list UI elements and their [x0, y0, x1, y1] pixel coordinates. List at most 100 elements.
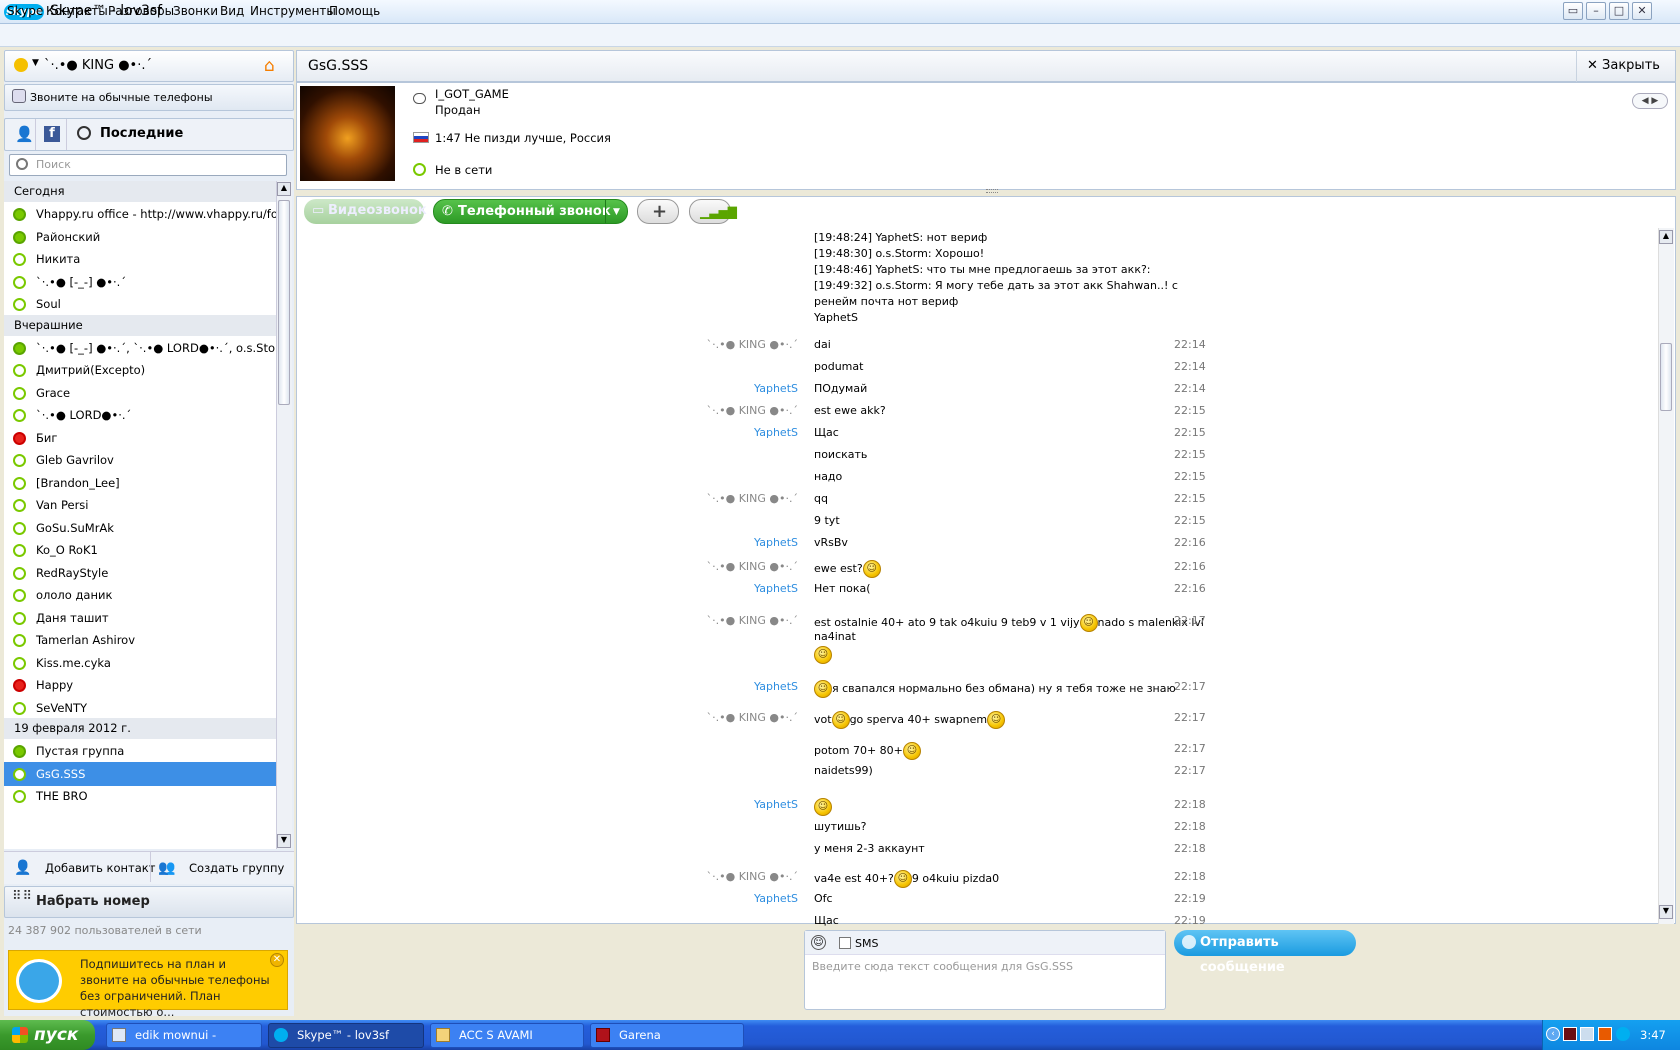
scroll-down-icon[interactable]: ▼ — [277, 834, 291, 848]
contact-item[interactable]: Tamerlan Ashirov — [4, 628, 276, 652]
message-sender[interactable]: `·.•● KING ●•·.´ — [648, 338, 798, 351]
create-group-button[interactable]: Создать группу — [189, 861, 284, 875]
message-sender[interactable]: YaphetS — [648, 536, 798, 549]
scroll-up-icon[interactable]: ▲ — [1659, 230, 1673, 244]
contact-item[interactable]: Kiss.me.cyka — [4, 651, 276, 675]
close-chat-button[interactable]: ✕ Закрыть — [1576, 50, 1676, 82]
chat-scroll-thumb[interactable] — [1660, 343, 1672, 411]
close-icon[interactable]: ✕ — [270, 953, 284, 967]
chevron-left-icon[interactable]: ‹ — [1546, 1027, 1560, 1041]
contact-item[interactable]: Van Persi — [4, 493, 276, 517]
restore-down-icon[interactable]: ▭ — [1563, 2, 1583, 20]
menu-conversations[interactable]: Разговоры — [108, 4, 174, 18]
maximize-button[interactable]: □ — [1609, 2, 1629, 20]
contact-status-icon — [13, 701, 26, 715]
menu-calls[interactable]: Звонки — [173, 4, 218, 18]
task-garena[interactable]: Garena — [590, 1023, 744, 1048]
profile-nav-arrows[interactable]: ◀ ▶ — [1632, 93, 1668, 109]
contact-item[interactable]: Ko_O RoK1 — [4, 538, 276, 562]
contact-item[interactable]: Vhappy.ru office - http://www.vhappy.ru/… — [4, 202, 276, 226]
contact-item[interactable]: Никита — [4, 247, 276, 271]
tray-skype-icon[interactable] — [1616, 1027, 1630, 1041]
contact-name: `·.•● LORD●•·.´ — [36, 408, 132, 422]
tray-garena-icon[interactable] — [1563, 1027, 1577, 1041]
menu-help[interactable]: Помощь — [329, 4, 380, 18]
message-sender[interactable]: `·.•● KING ●•·.´ — [648, 711, 798, 724]
message-sender[interactable]: YaphetS — [648, 892, 798, 905]
emoticon-icon[interactable]: ☺ — [811, 935, 826, 950]
tray-app-icon[interactable] — [1598, 1027, 1612, 1041]
tab-facebook[interactable]: f — [37, 119, 67, 150]
home-icon[interactable]: ⌂ — [264, 56, 282, 76]
smiley-icon: ☺ — [902, 742, 921, 760]
message-sender[interactable]: `·.•● KING ●•·.´ — [648, 492, 798, 505]
chevron-down-icon[interactable]: ▼ — [32, 58, 39, 68]
quoted-line: YaphetS — [814, 311, 858, 324]
resize-handle[interactable] — [986, 189, 998, 193]
minimize-button[interactable]: – — [1586, 2, 1606, 20]
contact-item[interactable]: `·.•● LORD●•·.´ — [4, 403, 276, 427]
contact-item[interactable]: Биг — [4, 426, 276, 450]
contact-item[interactable]: [Brandon_Lee] — [4, 471, 276, 495]
contact-item[interactable]: Grace — [4, 381, 276, 405]
message-sender[interactable]: `·.•● KING ●•·.´ — [648, 870, 798, 883]
contact-item[interactable]: RedRayStyle — [4, 561, 276, 585]
contact-item[interactable]: `·.•● [-_-] ●•·.´ — [4, 270, 276, 294]
contact-item[interactable]: Soul — [4, 292, 276, 316]
contact-item[interactable]: `·.•● [-_-] ●•·.´, `·.•● LORD●•·.´, o.s.… — [4, 336, 276, 360]
contact-scroll-thumb[interactable] — [278, 200, 290, 405]
contact-item[interactable]: Районский — [4, 225, 276, 249]
message-sender[interactable]: YaphetS — [648, 382, 798, 395]
signal-quality-icon[interactable]: ▁▃▅▇ — [689, 199, 737, 224]
menu-view[interactable]: Вид — [220, 4, 244, 18]
message-sender[interactable]: YaphetS — [648, 798, 798, 811]
chevron-down-icon[interactable]: ▼ — [605, 200, 627, 223]
contact-item[interactable]: Пустая группа — [4, 739, 276, 763]
tab-contacts[interactable]: 👤 — [6, 119, 36, 150]
add-contact-button[interactable]: Добавить контакт — [45, 861, 155, 875]
contact-item[interactable]: SeVeNTY — [4, 696, 276, 720]
task-notepad-label: edik mownui - Блокнот — [135, 1028, 217, 1042]
chat-scrollbar[interactable] — [1658, 228, 1674, 924]
video-call-button[interactable]: ▭ Видеозвонок — [304, 199, 427, 224]
add-icon[interactable]: + — [637, 199, 679, 224]
phone-call-button[interactable]: ✆ Телефонный звонок ▼ — [433, 199, 628, 224]
status-icon[interactable] — [14, 58, 28, 72]
contact-item[interactable]: Happy — [4, 673, 276, 697]
contact-item[interactable]: GoSu.SuMrAk — [4, 516, 276, 540]
create-group-icon: 👥 — [158, 860, 176, 876]
tray-network-icon[interactable] — [1580, 1027, 1594, 1041]
task-notepad[interactable]: edik mownui - Блокнот — [106, 1023, 262, 1048]
add-contact-icon: 👤 — [14, 860, 32, 876]
send-message-button[interactable]: Отправить сообщение — [1174, 930, 1356, 975]
scroll-down-icon[interactable]: ▼ — [1659, 905, 1673, 919]
contact-item[interactable]: Даня ташит — [4, 606, 276, 630]
message-sender[interactable]: YaphetS — [648, 582, 798, 595]
message-sender[interactable]: YaphetS — [648, 426, 798, 439]
message-text: поискать — [814, 448, 867, 461]
message-fragment: шутишь? — [814, 820, 867, 833]
contact-name: `·.•● [-_-] ●•·.´, `·.•● LORD●•·.´, o.s.… — [36, 340, 276, 355]
contact-item[interactable]: GsG.SSS — [4, 761, 276, 786]
contact-item[interactable]: THE BRO — [4, 784, 276, 808]
message-sender[interactable]: `·.•● KING ●•·.´ — [648, 560, 798, 573]
menu-contacts[interactable]: Контакты — [46, 4, 108, 18]
message-sender[interactable]: `·.•● KING ●•·.´ — [648, 404, 798, 417]
task-folder[interactable]: ACC S AVAMI — [430, 1023, 584, 1048]
tab-recent[interactable]: Последние — [100, 126, 183, 141]
menu-skype[interactable]: Skype — [7, 4, 43, 18]
scroll-up-icon[interactable]: ▲ — [277, 182, 291, 196]
profile-name[interactable]: `·.•● KING ●•·.´ — [44, 58, 152, 73]
message-sender[interactable]: `·.•● KING ●•·.´ — [648, 614, 798, 627]
message-sender[interactable]: YaphetS — [648, 680, 798, 693]
message-text: qq — [814, 492, 828, 505]
task-skype[interactable]: Skype™ - lov3sf — [268, 1023, 424, 1048]
avatar[interactable] — [300, 86, 395, 181]
sms-checkbox[interactable] — [839, 937, 851, 949]
contact-name: Kiss.me.cyka — [36, 655, 111, 670]
close-window-button[interactable]: ✕ — [1632, 2, 1652, 20]
menu-tools[interactable]: Инструменты — [250, 4, 336, 18]
contact-item[interactable]: ололо даник — [4, 583, 276, 607]
contact-item[interactable]: Дмитрий(Excepto) — [4, 358, 276, 382]
contact-item[interactable]: Gleb Gavrilov — [4, 448, 276, 472]
